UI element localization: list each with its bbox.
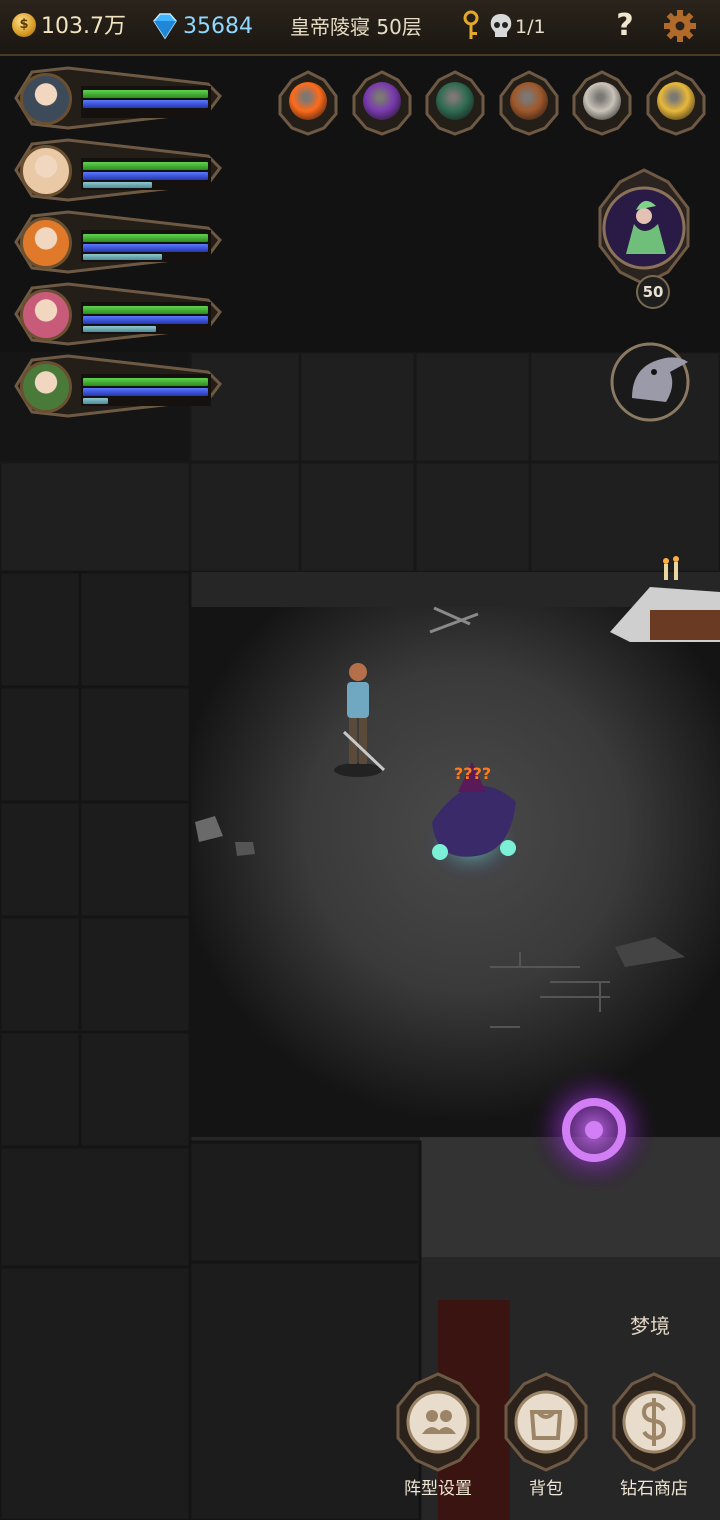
key-icon	[463, 10, 479, 39]
enemy-name-label: ????	[454, 764, 492, 783]
hero-portrait	[20, 145, 72, 197]
team-icon	[396, 1372, 480, 1472]
enemy-sprite[interactable]	[420, 784, 524, 888]
kill-counter: 1/1	[515, 16, 546, 38]
coin-icon: $	[12, 13, 36, 37]
skull-icon	[490, 14, 512, 37]
mp-bar	[83, 316, 208, 324]
dollar-icon	[612, 1372, 696, 1472]
hero-slot-witch-hero[interactable]	[8, 210, 223, 274]
skill-art	[509, 82, 548, 120]
backpack-button[interactable]: 背包	[498, 1372, 594, 1502]
skill-art	[289, 82, 327, 120]
spellbook-icon[interactable]	[350, 68, 414, 144]
backpack-icon	[504, 1372, 588, 1472]
skill-art	[583, 82, 621, 120]
skill-art	[436, 82, 474, 120]
hp-bar	[83, 90, 208, 98]
diamond-shop-button[interactable]: 钻石商店	[606, 1372, 702, 1502]
xp-bar	[83, 182, 152, 188]
hero-portrait	[20, 361, 72, 413]
skill-art	[656, 82, 695, 120]
gear-icon[interactable]	[662, 8, 698, 44]
xp-bar	[83, 398, 108, 404]
mp-bar	[83, 244, 208, 252]
player-character	[330, 660, 386, 778]
mp-bar	[83, 172, 208, 180]
diamond-shop-label: 钻石商店	[620, 1479, 688, 1499]
golden-feather-icon[interactable]	[644, 68, 708, 144]
boss-level-badge: 50	[636, 275, 670, 309]
portal-joystick[interactable]	[530, 1066, 658, 1194]
hp-bar	[83, 306, 208, 314]
gold-amount: 103.7万	[41, 14, 126, 39]
xp-bar	[83, 326, 156, 332]
hp-bar	[83, 162, 208, 170]
hero-portrait	[20, 289, 72, 341]
diamond-amount: 35684	[183, 14, 253, 39]
hero-portrait	[20, 217, 72, 269]
dream-label[interactable]: 梦境	[630, 1310, 670, 1339]
dungeon-floor-title: 皇帝陵寝 50层	[290, 15, 422, 39]
hero-slot-archer-hero[interactable]	[8, 354, 223, 418]
coffin-icon[interactable]	[497, 68, 561, 144]
skill-art	[362, 82, 401, 120]
mp-bar	[83, 100, 208, 108]
diamond-icon	[153, 13, 177, 40]
fire-orb-icon[interactable]	[276, 68, 340, 144]
xp-bar	[83, 254, 162, 260]
flute-icon[interactable]	[423, 68, 487, 144]
hp-bar	[83, 378, 208, 386]
hero-slot-blonde-hero[interactable]	[8, 138, 223, 202]
dungeon-map	[0, 352, 720, 1520]
hero-slot-flower-hero[interactable]	[8, 282, 223, 346]
white-beast-icon[interactable]	[570, 68, 634, 144]
help-button[interactable]: ?	[610, 6, 640, 46]
mp-bar	[83, 388, 208, 396]
formation-button[interactable]: 阵型设置	[390, 1372, 486, 1502]
raven-mask-button[interactable]	[608, 338, 692, 428]
hero-portrait	[20, 73, 72, 125]
hp-bar	[83, 234, 208, 242]
hero-slot-wolf-hero[interactable]	[8, 66, 223, 130]
